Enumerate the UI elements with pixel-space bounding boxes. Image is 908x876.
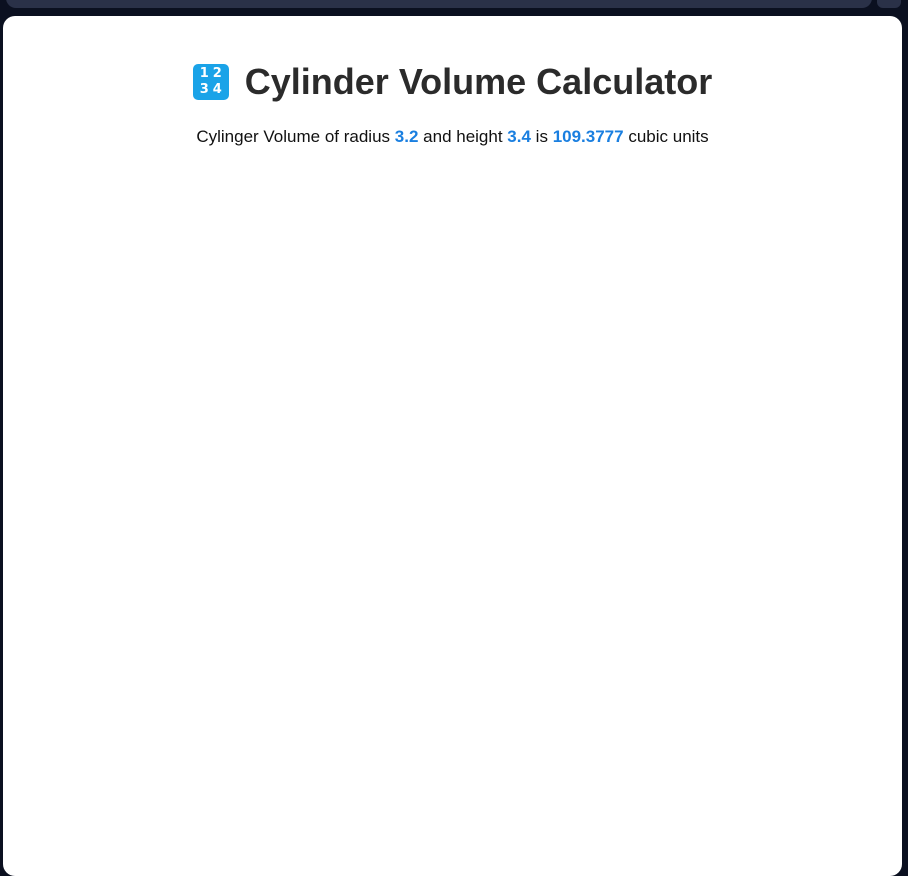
result-text: Cylinger Volume of radius 3.2 and height…	[3, 127, 902, 147]
volume-value: 109.3777	[552, 127, 624, 146]
browser-top-bar-side	[877, 0, 901, 8]
page-title-text: Cylinder Volume Calculator	[244, 61, 713, 102]
result-middle: and height	[423, 127, 503, 146]
icon-digit: 3	[199, 82, 209, 97]
page-title: 1 2 3 4 Cylinder Volume Calculator	[3, 61, 902, 103]
calculator-card: 1 2 3 4 Cylinder Volume Calculator Cylin…	[3, 16, 902, 876]
icon-digit: 2	[212, 66, 222, 81]
browser-top-bar	[6, 0, 872, 8]
height-value: 3.4	[507, 127, 531, 146]
input-numbers-icon: 1 2 3 4	[192, 64, 229, 100]
result-suffix: cubic units	[628, 127, 709, 146]
icon-digit: 4	[212, 82, 222, 97]
radius-value: 3.2	[394, 127, 419, 146]
result-prefix: Cylinger Volume of radius	[196, 127, 391, 146]
result-is: is	[535, 127, 548, 146]
icon-digit: 1	[199, 66, 209, 81]
